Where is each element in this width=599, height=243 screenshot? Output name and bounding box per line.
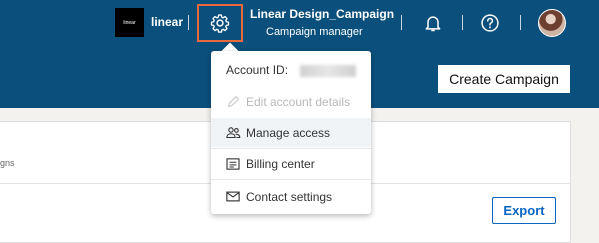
settings-dropdown-menu: Account ID: Edit account details Manage … (211, 51, 371, 214)
menu-item-label: Billing center (246, 156, 315, 171)
menu-item-label: Contact settings (246, 189, 333, 204)
nav-divider (401, 15, 402, 30)
menu-item-contact-settings[interactable]: Contact settings (211, 182, 371, 211)
nav-divider (462, 15, 463, 30)
menu-item-label: Edit account details (246, 94, 351, 109)
nav-divider (520, 15, 521, 30)
campaign-count-text: gns (0, 158, 15, 168)
export-button[interactable]: Export (492, 197, 556, 224)
user-avatar[interactable] (538, 9, 566, 37)
people-icon (225, 125, 241, 141)
help-circle-icon[interactable] (480, 13, 500, 33)
account-logo[interactable]: linear (115, 8, 144, 37)
campaign-account-title[interactable]: Linear Design_Campaign (250, 7, 394, 21)
campaign-manager-label: Campaign manager (266, 26, 363, 38)
account-id-label: Account ID: (226, 63, 289, 77)
billing-icon (225, 156, 241, 172)
settings-button[interactable] (197, 4, 243, 42)
menu-item-billing-center[interactable]: Billing center (211, 149, 371, 178)
menu-item-manage-access[interactable]: Manage access (211, 118, 371, 147)
menu-divider (211, 179, 371, 180)
menu-item-label: Manage access (246, 125, 331, 140)
nav-divider (188, 15, 189, 30)
menu-item-edit-account-details: Edit account details (211, 87, 371, 116)
pencil-icon (225, 94, 241, 110)
account-name[interactable]: linear (151, 15, 183, 29)
envelope-icon (225, 189, 241, 205)
bell-icon[interactable] (423, 13, 443, 33)
gear-icon (210, 14, 230, 33)
create-campaign-button[interactable]: Create Campaign (438, 65, 570, 93)
account-id-value-redacted (300, 65, 356, 77)
